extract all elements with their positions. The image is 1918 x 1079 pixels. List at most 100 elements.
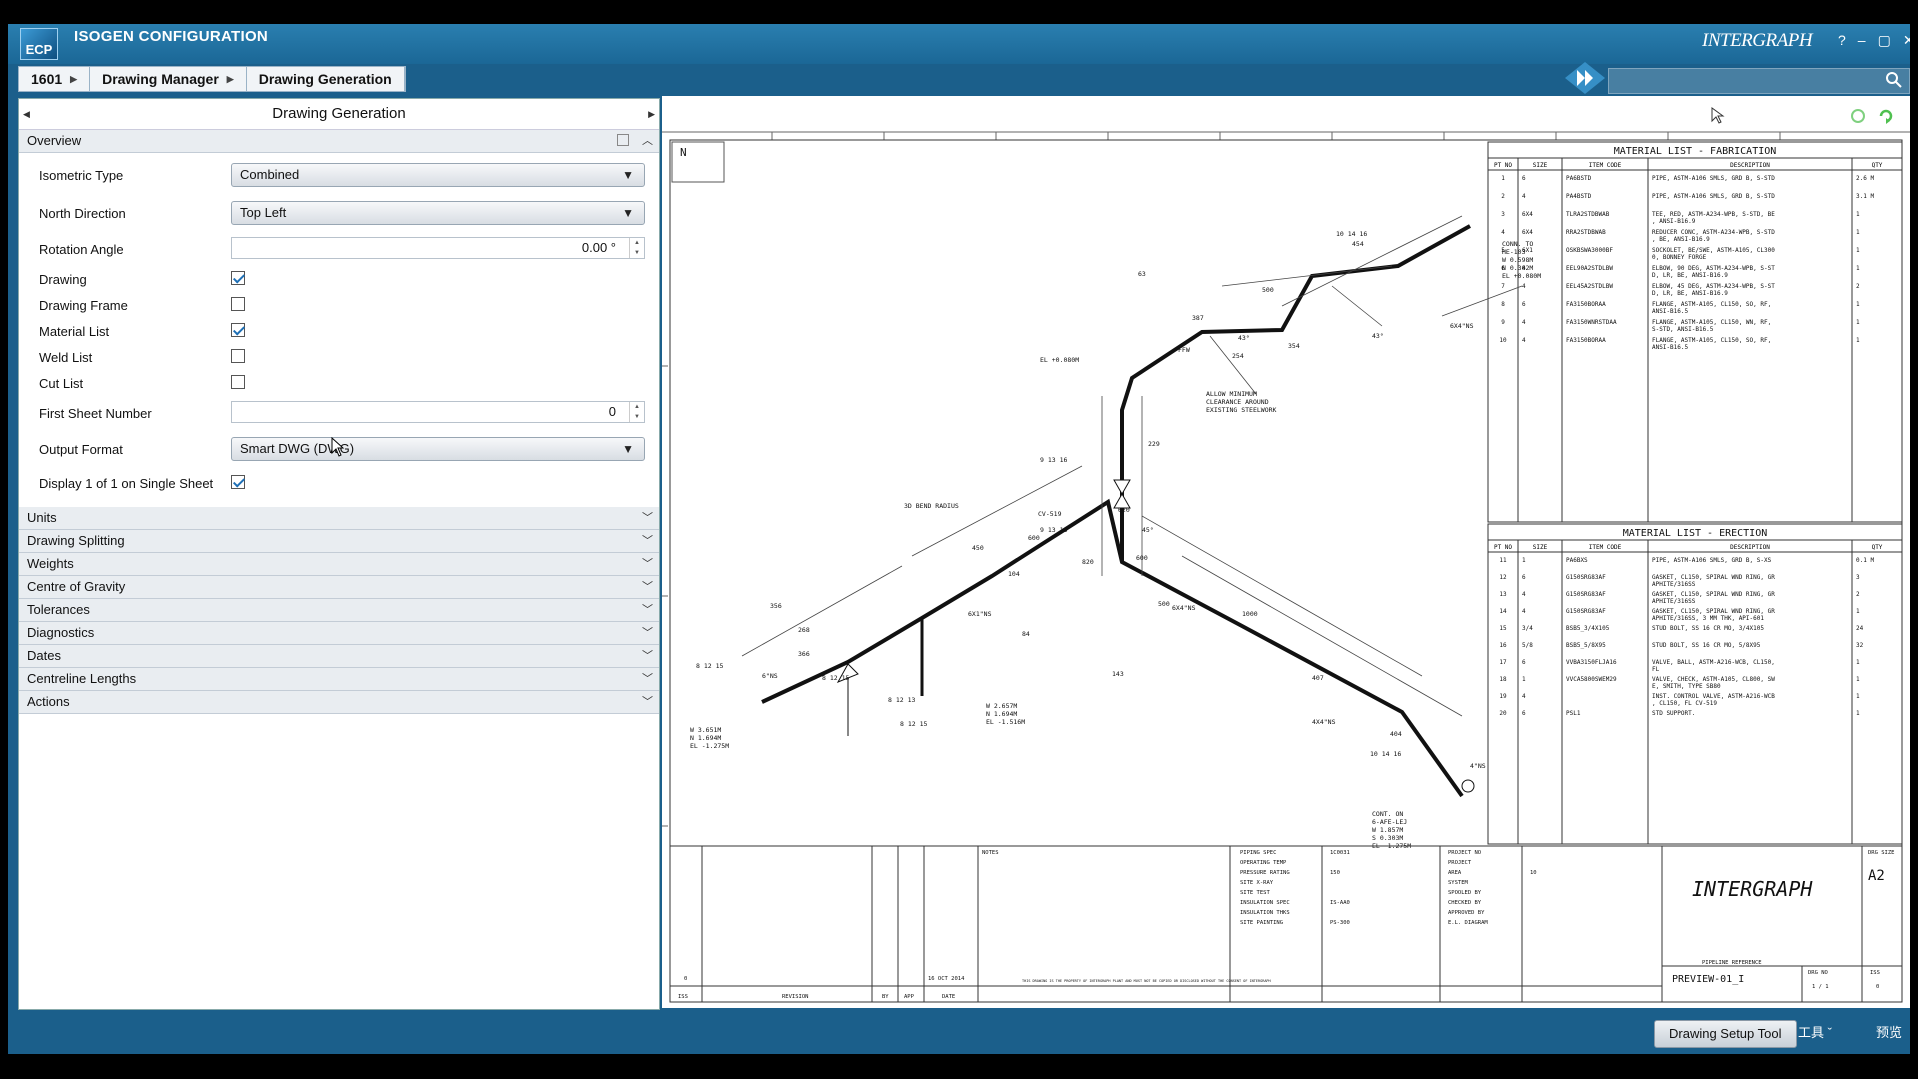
expand-right-icon[interactable]: ▶: [648, 99, 655, 129]
svg-text:DRG NO: DRG NO: [1808, 970, 1828, 976]
grid-view-icon[interactable]: [617, 134, 629, 146]
table-cell: TEE, RED, ASTM-A234-WPB, S-STD, BE: [1652, 211, 1775, 218]
svg-text:N 1.694M: N 1.694M: [690, 734, 721, 742]
isometric-type-select[interactable]: Combined ▼: [231, 163, 645, 187]
table-cell: GASKET, CL150, SPIRAL WND RING, GR: [1652, 591, 1775, 598]
drawing-checkbox[interactable]: [231, 271, 245, 285]
svg-text:229: 229: [1148, 440, 1160, 448]
svg-text:10: 10: [1530, 870, 1537, 876]
weld-list-checkbox[interactable]: [231, 349, 245, 363]
play-forward-icon[interactable]: [1563, 60, 1607, 96]
svg-text:1 / 1: 1 / 1: [1812, 984, 1829, 990]
preview-button[interactable]: 预览: [1876, 1020, 1902, 1046]
table-cell: 0.1 M: [1856, 557, 1874, 564]
drawing-setup-tool-button[interactable]: Drawing Setup Tool: [1654, 1020, 1797, 1048]
restore-icon[interactable]: ▢: [1878, 32, 1891, 49]
table-cell: 1: [1522, 557, 1526, 564]
section-overview[interactable]: Overview ︿: [19, 130, 659, 153]
table-cell: FA3150WNRSTDAA: [1566, 319, 1617, 326]
output-format-select[interactable]: Smart DWG (DWG) ▼: [231, 437, 645, 461]
collapse-left-icon[interactable]: ◀: [23, 99, 30, 129]
display-1-of-1-checkbox[interactable]: [231, 475, 245, 489]
svg-text:SITE X-RAY: SITE X-RAY: [1240, 880, 1274, 886]
cut-list-checkbox[interactable]: [231, 375, 245, 389]
svg-text:SITE TEST: SITE TEST: [1240, 890, 1270, 896]
spinner-icon[interactable]: ▲ ▼: [629, 238, 644, 258]
section-units[interactable]: Units ﹀: [19, 507, 659, 530]
drawing-preview[interactable]: N MATERIAL LIST - FABRICATION PT NO SIZE…: [662, 96, 1910, 1008]
section-drawing-splitting[interactable]: Drawing Splitting ﹀: [19, 530, 659, 553]
breadcrumb-item-drawing-manager[interactable]: Drawing Manager ▶: [90, 67, 247, 91]
table-cell: 4: [1522, 337, 1526, 344]
section-dates[interactable]: Dates ﹀: [19, 645, 659, 668]
tools-menu-button[interactable]: 工具 ˇ: [1798, 1020, 1832, 1046]
select-arrow-icon[interactable]: [1706, 104, 1730, 128]
section-centreline-lengths[interactable]: Centreline Lengths ﹀: [19, 668, 659, 691]
table-cell: PA6BSTD: [1566, 175, 1592, 182]
search-icon[interactable]: [1885, 71, 1903, 89]
table-cell: 3: [1856, 574, 1860, 581]
breadcrumb-item-drawing-generation[interactable]: Drawing Generation: [247, 67, 405, 91]
rotation-angle-input[interactable]: 0.00 ° ▲ ▼: [231, 237, 645, 259]
section-weights[interactable]: Weights ﹀: [19, 553, 659, 576]
chevron-down-icon: ﹀: [642, 512, 653, 524]
close-icon[interactable]: ✕: [1903, 32, 1910, 49]
svg-text:DESCRIPTION: DESCRIPTION: [1730, 544, 1770, 551]
breadcrumb-item-project[interactable]: 1601 ▶: [19, 67, 91, 91]
fit-extents-icon[interactable]: [1818, 104, 1842, 128]
search-input[interactable]: [1608, 68, 1910, 94]
zoom-window-icon[interactable]: [1762, 104, 1786, 128]
chevron-down-icon: ﹀: [642, 673, 653, 685]
svg-text:PT NO: PT NO: [1494, 544, 1512, 551]
svg-text:CHECKED BY: CHECKED BY: [1448, 900, 1482, 906]
refresh-icon[interactable]: [1846, 104, 1870, 128]
minimize-icon[interactable]: –: [1858, 32, 1866, 49]
table-cell: G150SRG83AF: [1566, 574, 1606, 581]
svg-text:DATE: DATE: [942, 994, 955, 1000]
row-cut-list: Cut List: [39, 371, 639, 397]
help-icon[interactable]: ?: [1838, 32, 1846, 49]
table-cell: SOCKOLET, BE/SWE, ASTM-A105, CL300: [1652, 247, 1775, 254]
zoom-icon[interactable]: [1790, 104, 1814, 128]
svg-text:500: 500: [1158, 600, 1170, 608]
svg-text:QTY: QTY: [1872, 162, 1883, 169]
section-tolerances[interactable]: Tolerances ﹀: [19, 599, 659, 622]
pan-icon[interactable]: [1734, 104, 1758, 128]
table-cell: 2.6 M: [1856, 175, 1874, 182]
window-controls: ? – ▢ ✕: [1838, 32, 1910, 49]
table-cell: VVCA5800SWEM29: [1566, 676, 1617, 683]
drawing-frame-checkbox[interactable]: [231, 297, 245, 311]
svg-text:CV-519: CV-519: [1038, 510, 1062, 518]
svg-text:10 14 16: 10 14 16: [1370, 750, 1401, 758]
svg-text:9 13 16: 9 13 16: [1040, 456, 1067, 464]
svg-text:ISS: ISS: [678, 994, 688, 1000]
svg-text:1C0031: 1C0031: [1330, 850, 1350, 856]
table-cell: 10: [1499, 337, 1507, 344]
regenerate-icon[interactable]: [1874, 104, 1898, 128]
table-cell: 12: [1499, 574, 1507, 581]
spinner-icon[interactable]: ▲ ▼: [629, 402, 644, 422]
table-cell: 1: [1856, 676, 1860, 683]
section-actions[interactable]: Actions ﹀: [19, 691, 659, 714]
svg-text:NOTES: NOTES: [982, 850, 999, 856]
chevron-up-icon[interactable]: ︿: [642, 130, 653, 152]
first-sheet-number-input[interactable]: 0 ▲ ▼: [231, 401, 645, 423]
field-label: Output Format: [39, 442, 123, 457]
field-label: First Sheet Number: [39, 406, 152, 421]
svg-text:6"NS: 6"NS: [762, 672, 778, 680]
section-diagnostics[interactable]: Diagnostics ﹀: [19, 622, 659, 645]
svg-text:366: 366: [798, 650, 810, 658]
svg-text:600: 600: [1136, 554, 1148, 562]
svg-text:104: 104: [1008, 570, 1020, 578]
svg-text:63: 63: [1138, 270, 1146, 278]
table-cell: 1: [1856, 608, 1860, 615]
material-list-checkbox[interactable]: [231, 323, 245, 337]
svg-text:PROJECT NO: PROJECT NO: [1448, 850, 1481, 856]
svg-text:0: 0: [684, 976, 687, 982]
table-cell: FL: [1652, 666, 1660, 673]
svg-text:PREVIEW-01_I: PREVIEW-01_I: [1672, 974, 1744, 985]
north-direction-select[interactable]: Top Left ▼: [231, 201, 645, 225]
dropdown-arrow-icon: ▼: [622, 168, 634, 182]
chevron-down-icon: ﹀: [642, 581, 653, 593]
section-centre-of-gravity[interactable]: Centre of Gravity ﹀: [19, 576, 659, 599]
